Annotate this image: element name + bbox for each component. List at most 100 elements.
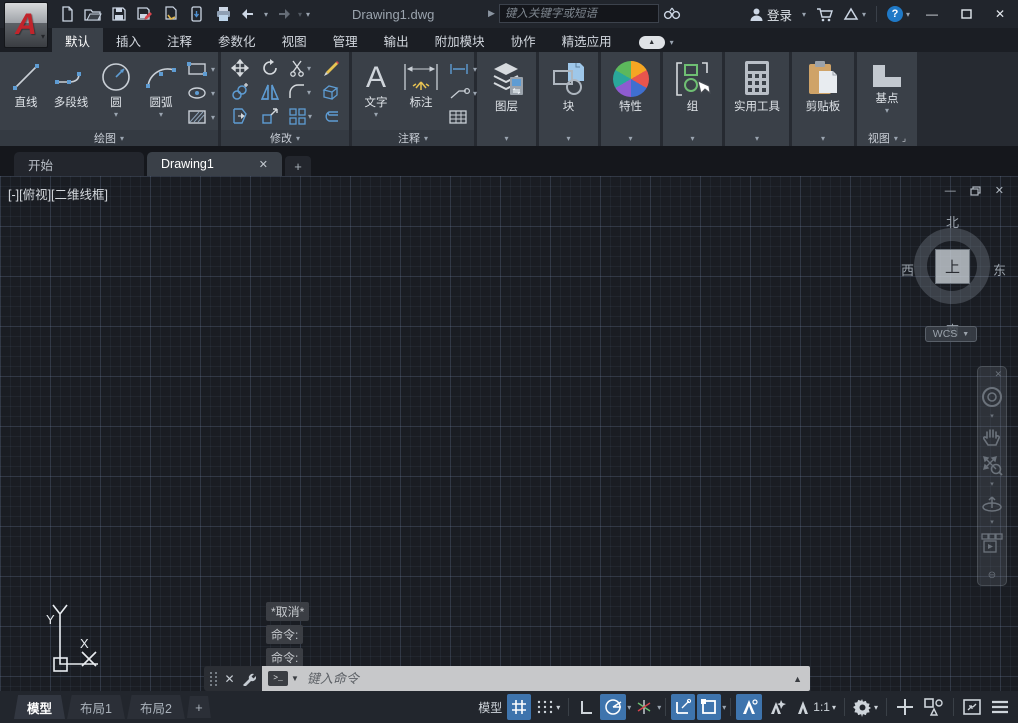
ellipse-button[interactable]: ▾ xyxy=(186,82,215,104)
drawing-canvas[interactable]: [-][俯视][二维线框] — ✕ 北 西 东 南 上 WCS ▼ ✕ ▾ xyxy=(0,176,1018,691)
save-button[interactable] xyxy=(108,4,130,24)
tab-insert[interactable]: 插入 xyxy=(103,28,154,52)
help-button[interactable]: ?▾ xyxy=(887,6,910,22)
recent-commands-dropdown-icon[interactable]: ▼ xyxy=(291,674,299,683)
panel-title-view[interactable]: 视图▾ ⌟ xyxy=(857,130,917,146)
rotate-button[interactable] xyxy=(255,56,285,80)
doc-close-button[interactable]: ✕ xyxy=(995,186,1004,196)
stretch-button[interactable] xyxy=(225,104,255,128)
viewcube-north[interactable]: 北 xyxy=(946,212,959,231)
viewcube[interactable]: 北 西 东 南 上 xyxy=(905,216,1001,336)
viewcube-west[interactable]: 西 xyxy=(901,260,914,279)
base-point-dropdown-icon[interactable]: ▾ xyxy=(885,106,889,115)
redo-dropdown-icon[interactable]: ▾ xyxy=(298,10,302,19)
pan-button[interactable] xyxy=(982,426,1002,448)
wcs-menu-button[interactable]: WCS ▼ xyxy=(925,326,977,342)
workspace-dropdown-icon[interactable]: ▾ xyxy=(874,703,878,712)
ucs-icon[interactable]: Y X xyxy=(10,596,105,686)
print-button[interactable] xyxy=(212,4,234,24)
file-tab-drawing1[interactable]: Drawing1 ✕ xyxy=(147,152,282,176)
new-drawing-tab-button[interactable]: + xyxy=(285,156,311,176)
model-space-button[interactable]: 模型 xyxy=(475,694,505,720)
ribbon-display-dropdown-icon[interactable]: ▾ xyxy=(670,38,674,47)
tab-home[interactable]: 默认 xyxy=(52,28,103,52)
group-button[interactable]: 组 xyxy=(669,56,717,115)
new-layout-button[interactable]: + xyxy=(187,696,211,718)
clipboard-button[interactable]: 剪贴板 xyxy=(802,56,844,115)
block-button[interactable]: 块 xyxy=(545,56,593,115)
command-prompt-icon[interactable]: >_ xyxy=(268,671,288,686)
panel-title-annotate[interactable]: 注释▾ xyxy=(352,130,474,146)
navbar-customize-icon[interactable]: ⊖ xyxy=(988,570,996,581)
undo-dropdown-icon[interactable]: ▾ xyxy=(264,10,268,19)
dimension-button[interactable]: 标注 xyxy=(398,56,444,111)
showmotion-button[interactable] xyxy=(980,532,1004,554)
clean-screen-button[interactable] xyxy=(959,694,985,720)
panel-title-draw[interactable]: 绘图▾ xyxy=(0,130,218,146)
leader-button[interactable]: ▾ xyxy=(448,82,477,104)
steering-wheel-dropdown-icon[interactable]: ▾ xyxy=(990,412,994,420)
isodraft-dropdown-icon[interactable]: ▾ xyxy=(657,703,661,712)
orbit-dropdown-icon[interactable]: ▾ xyxy=(990,518,994,526)
snap-toggle[interactable]: ▾ xyxy=(533,694,563,720)
fillet-button[interactable]: ▾ xyxy=(285,80,315,104)
tab-parametric[interactable]: 参数化 xyxy=(205,28,269,52)
rectangle-button[interactable]: ▾ xyxy=(186,58,215,80)
application-menu-button[interactable]: A ▾ xyxy=(4,2,48,48)
annotation-monitor-button[interactable] xyxy=(892,694,918,720)
circle-button[interactable]: 圆 ▾ xyxy=(96,56,136,120)
annotation-scale-button[interactable]: 1:1▾ xyxy=(792,694,839,720)
workspace-switching-button[interactable]: ▾ xyxy=(850,694,881,720)
app-store-button[interactable] xyxy=(816,7,833,22)
panel-expander-groups[interactable]: ▾ xyxy=(663,130,722,146)
close-button[interactable]: ✕ xyxy=(988,4,1012,24)
layout-tab-model[interactable]: 模型 xyxy=(14,695,65,719)
isolate-objects-button[interactable] xyxy=(920,694,948,720)
ortho-toggle[interactable] xyxy=(574,694,598,720)
text-dropdown-icon[interactable]: ▾ xyxy=(374,110,378,119)
save-as-button[interactable] xyxy=(134,4,156,24)
sign-in-dropdown-icon[interactable]: ▾ xyxy=(802,10,806,19)
doc-restore-button[interactable] xyxy=(970,186,981,196)
object-snap-tracking-toggle[interactable] xyxy=(671,694,695,720)
sign-in-button[interactable]: 登录 xyxy=(749,5,792,24)
trim-button[interactable]: ▾ xyxy=(285,56,315,80)
minimize-ribbon-button[interactable]: ▲ xyxy=(639,36,665,49)
command-history-toggle-icon[interactable]: ▲ xyxy=(793,674,802,684)
layout-tab-layout2[interactable]: 布局2 xyxy=(127,695,185,719)
tab-annotate[interactable]: 注释 xyxy=(154,28,205,52)
annotation-visibility-toggle[interactable] xyxy=(736,694,762,720)
viewcube-top-face[interactable]: 上 xyxy=(935,249,970,284)
new-file-button[interactable] xyxy=(56,4,78,24)
scale-button[interactable] xyxy=(255,104,285,128)
zoom-button[interactable]: ▾ xyxy=(981,454,1003,488)
minimize-button[interactable]: — xyxy=(920,4,944,24)
viewport-controls-label[interactable]: [-][俯视][二维线框] xyxy=(8,184,108,203)
text-button[interactable]: A 文字 ▾ xyxy=(358,56,394,120)
viewcube-east[interactable]: 东 xyxy=(993,260,1006,279)
search-input[interactable] xyxy=(499,4,659,23)
copy-button[interactable] xyxy=(225,80,255,104)
drag-grip-icon[interactable] xyxy=(210,672,218,686)
undo-button[interactable] xyxy=(238,4,260,24)
table-button[interactable] xyxy=(448,106,477,128)
customization-button[interactable] xyxy=(987,694,1013,720)
linear-dimension-button[interactable]: ▾ xyxy=(448,58,477,80)
tab-addins[interactable]: 附加模块 xyxy=(422,28,498,52)
polar-tracking-toggle[interactable] xyxy=(600,694,626,720)
panel-expander-clipboard[interactable]: ▾ xyxy=(792,130,854,146)
tab-featured-apps[interactable]: 精选应用 xyxy=(549,28,625,52)
steering-wheel-button[interactable]: ▾ xyxy=(981,386,1003,420)
panel-expander-block[interactable]: ▾ xyxy=(539,130,598,146)
layout-tab-layout1[interactable]: 布局1 xyxy=(67,695,125,719)
polyline-button[interactable]: 多段线 xyxy=(50,56,92,111)
tab-view[interactable]: 视图 xyxy=(269,28,320,52)
autoscale-toggle[interactable] xyxy=(764,694,790,720)
arc-button[interactable]: 圆弧 ▾ xyxy=(140,56,182,120)
erase-button[interactable] xyxy=(315,56,345,80)
open-folder-button[interactable] xyxy=(82,4,104,24)
command-input-area[interactable]: >_ ▼ ▲ xyxy=(262,666,810,691)
explode-button[interactable] xyxy=(315,80,345,104)
hatch-button[interactable]: ▾ xyxy=(186,106,215,128)
panel-expander-properties[interactable]: ▾ xyxy=(601,130,660,146)
